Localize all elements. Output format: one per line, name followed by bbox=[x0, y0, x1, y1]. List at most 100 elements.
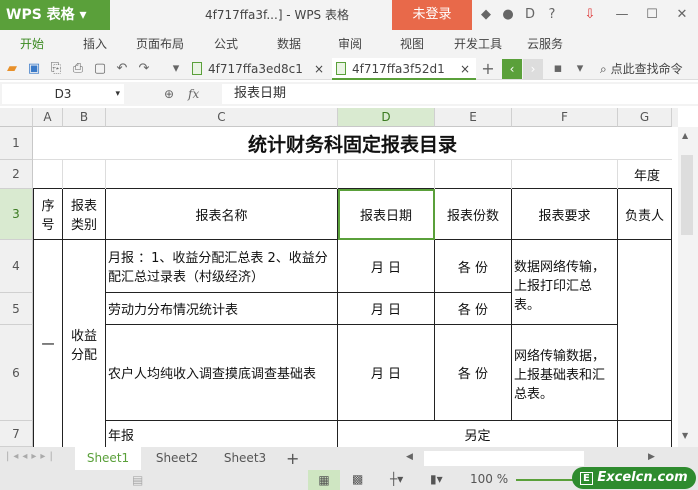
column-header[interactable]: A bbox=[33, 108, 63, 127]
report-name-cell[interactable]: 劳动力分布情况统计表 bbox=[106, 293, 338, 325]
sheet-tab-2[interactable]: Sheet2 bbox=[144, 447, 210, 470]
scroll-right-icon[interactable]: ▶ bbox=[648, 452, 655, 462]
column-header[interactable]: C bbox=[106, 108, 338, 127]
menu-view[interactable]: 视图 bbox=[400, 30, 424, 58]
dropdown-icon[interactable]: ▾ bbox=[168, 61, 184, 77]
help-icon[interactable]: ? bbox=[544, 7, 560, 23]
sheet-tab-3[interactable]: Sheet3 bbox=[212, 447, 278, 470]
formula-input[interactable]: 报表日期 bbox=[222, 84, 698, 104]
tab-prev-button[interactable]: ‹ bbox=[502, 59, 522, 79]
zoom-formula-icon[interactable]: ⊕ bbox=[164, 84, 174, 104]
scroll-thumb[interactable] bbox=[681, 155, 693, 235]
menu-developer[interactable]: 开发工具 bbox=[454, 30, 502, 58]
column-header[interactable]: G bbox=[618, 108, 672, 127]
report-name-cell[interactable]: 农户人均纯收入调查摸底调查基础表 bbox=[106, 325, 338, 421]
header-name[interactable]: 报表名称 bbox=[106, 189, 338, 240]
header-date-selected[interactable]: 报表日期 bbox=[338, 189, 435, 240]
sheet-tab-1[interactable]: Sheet1 bbox=[75, 447, 141, 470]
page-break-view-icon[interactable]: ▩ bbox=[352, 472, 363, 486]
minimize-icon[interactable]: — bbox=[614, 7, 630, 23]
sheet-nav-arrows[interactable]: |◂◂▸▸| bbox=[6, 451, 57, 462]
row-header[interactable]: 2 bbox=[0, 160, 33, 189]
tab-next-button[interactable]: › bbox=[523, 59, 543, 79]
menu-data[interactable]: 数据 bbox=[277, 30, 301, 58]
add-sheet-icon[interactable]: + bbox=[286, 447, 299, 470]
fx-icon[interactable]: fx bbox=[188, 84, 199, 104]
header-requirement[interactable]: 报表要求 bbox=[512, 189, 618, 240]
menu-home[interactable]: 开始 bbox=[20, 30, 44, 58]
date-cell[interactable]: 月 日 bbox=[338, 293, 435, 325]
owner-cell[interactable] bbox=[618, 240, 672, 421]
sheet-title[interactable]: 统计财务科固定报表目录 bbox=[33, 127, 672, 160]
chevron-down-icon[interactable]: ▾ bbox=[115, 84, 120, 104]
scroll-left-icon[interactable]: ◀ bbox=[406, 452, 413, 462]
skin-icon[interactable]: ◆ bbox=[478, 7, 494, 23]
report-name-cell[interactable]: 年报 bbox=[106, 421, 338, 447]
zoom-slider[interactable] bbox=[516, 479, 576, 481]
menu-insert[interactable]: 插入 bbox=[83, 30, 107, 58]
count-cell[interactable]: 各 份 bbox=[435, 293, 512, 325]
menu-page-layout[interactable]: 页面布局 bbox=[136, 30, 184, 58]
column-header[interactable]: E bbox=[435, 108, 512, 127]
header-count[interactable]: 报表份数 bbox=[435, 189, 512, 240]
freeze-icon[interactable]: ┼▾ bbox=[390, 472, 403, 486]
command-search[interactable]: ⌕ 点此查找命令 bbox=[600, 58, 683, 80]
export-pdf-icon[interactable]: ⎘ bbox=[48, 61, 64, 77]
redo-icon[interactable]: ↷ bbox=[136, 61, 152, 77]
scroll-thumb[interactable] bbox=[424, 451, 584, 466]
row-header[interactable]: 6 bbox=[0, 325, 33, 421]
count-cell[interactable]: 各 份 bbox=[435, 325, 512, 421]
open-icon[interactable]: ▰ bbox=[4, 61, 20, 77]
requirement-cell[interactable]: 数据网络传输，上报打印汇总表。 bbox=[512, 240, 618, 325]
header-seq[interactable]: 序号 bbox=[33, 189, 63, 240]
save-icon[interactable]: ▣ bbox=[26, 61, 42, 77]
feedback-icon[interactable]: D bbox=[522, 7, 538, 23]
menu-review[interactable]: 审阅 bbox=[338, 30, 362, 58]
row-header[interactable]: 5 bbox=[0, 293, 33, 325]
settings-icon[interactable]: ● bbox=[500, 7, 516, 23]
horizontal-scrollbar[interactable]: ◀ ▶ bbox=[396, 451, 674, 466]
date-cell[interactable]: 月 日 bbox=[338, 240, 435, 293]
print-preview-icon[interactable]: ▢ bbox=[92, 61, 108, 77]
menu-formulas[interactable]: 公式 bbox=[214, 30, 238, 58]
maximize-icon[interactable]: ☐ bbox=[644, 7, 660, 23]
owner-cell[interactable] bbox=[618, 421, 672, 447]
eye-protect-icon[interactable]: ▮▾ bbox=[430, 472, 443, 486]
report-name-cell[interactable]: 月报 ：1、收益分配汇总表 2、收益分配汇总过录表（村级经济） bbox=[106, 240, 338, 293]
doc-tab-2[interactable]: 4f717ffa3f52d1 × bbox=[332, 58, 476, 80]
date-cell[interactable]: 月 日 bbox=[338, 325, 435, 421]
vertical-scrollbar[interactable]: ▲ ▼ bbox=[678, 127, 698, 447]
sheet-list-icon[interactable]: ▤ bbox=[132, 473, 143, 487]
other-cell[interactable]: 另定 bbox=[338, 421, 618, 447]
normal-view-icon[interactable]: ▦ bbox=[308, 470, 340, 490]
category-cell[interactable]: 收益分配 bbox=[63, 240, 106, 447]
select-all-corner[interactable] bbox=[0, 108, 33, 127]
sheet-grid[interactable]: 统计财务科固定报表目录 年度 序号 报表类别 报表名称 报表日期 报表份数 报表… bbox=[33, 127, 672, 447]
new-tab-icon[interactable]: + bbox=[480, 61, 496, 77]
tab-list-icon[interactable]: ▾ bbox=[572, 61, 588, 77]
header-category[interactable]: 报表类别 bbox=[63, 189, 106, 240]
doc-tab-1[interactable]: 4f717ffa3ed8c1 × bbox=[188, 58, 330, 80]
close-tab-icon[interactable]: × bbox=[314, 58, 324, 80]
row-header[interactable]: 3 bbox=[0, 189, 33, 240]
row-header[interactable]: 1 bbox=[0, 127, 33, 160]
close-tab-icon[interactable]: × bbox=[460, 58, 470, 80]
scroll-up-icon[interactable]: ▲ bbox=[682, 131, 688, 140]
download-icon[interactable]: ⇩ bbox=[582, 7, 598, 23]
zoom-level[interactable]: 100 % bbox=[470, 472, 508, 486]
requirement-cell[interactable]: 网络传输数据，上报基础表和汇总表。 bbox=[512, 325, 618, 421]
count-cell[interactable]: 各 份 bbox=[435, 240, 512, 293]
column-header[interactable]: F bbox=[512, 108, 618, 127]
scroll-down-icon[interactable]: ▼ bbox=[682, 431, 688, 440]
row-header[interactable]: 7 bbox=[0, 421, 33, 447]
print-icon[interactable]: ⎙ bbox=[70, 61, 86, 77]
screen-icon[interactable]: ▪ bbox=[550, 61, 566, 77]
seq-cell[interactable]: 一 bbox=[33, 240, 63, 447]
year-label[interactable]: 年度 bbox=[512, 160, 672, 189]
app-menu-button[interactable]: WPS 表格 ▾ bbox=[0, 0, 110, 30]
login-button[interactable]: 未登录 bbox=[392, 0, 472, 30]
close-icon[interactable]: ✕ bbox=[674, 7, 690, 23]
menu-cloud[interactable]: 云服务 bbox=[527, 30, 563, 58]
header-owner[interactable]: 负责人 bbox=[618, 189, 672, 240]
name-box[interactable]: D3 ▾ bbox=[2, 84, 124, 104]
